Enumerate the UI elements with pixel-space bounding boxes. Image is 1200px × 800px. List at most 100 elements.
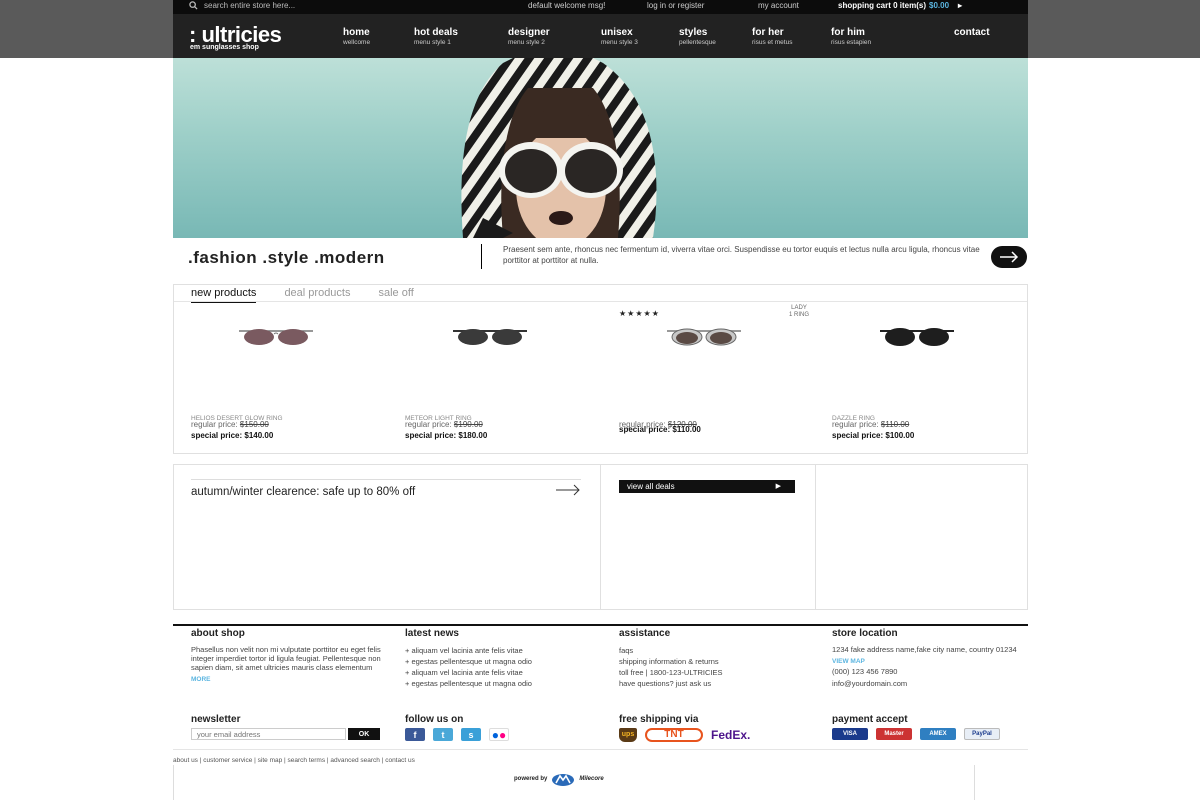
nav-title: styles bbox=[679, 27, 708, 38]
top-bar: search entire store here... default welc… bbox=[173, 0, 1028, 14]
milecore-logo-icon bbox=[552, 774, 575, 786]
promo-section: autumn/winter clearence: safe up to 80% … bbox=[173, 464, 1028, 610]
regular-price: regular price: $110.00 bbox=[832, 420, 909, 429]
visa-icon: VISA bbox=[832, 728, 868, 740]
product-image bbox=[453, 329, 527, 345]
shipping-block: free shipping via ups TNT FedEx. bbox=[619, 714, 819, 742]
cart-amount: $0.00 bbox=[929, 1, 950, 10]
nav-title: for him bbox=[831, 27, 865, 38]
news-item[interactable]: + aliquam vel lacinia ante felis vitae bbox=[405, 667, 605, 678]
promo-divider bbox=[815, 465, 816, 609]
cart-link[interactable]: shopping cart 0 item(s) $0.00 ▸ bbox=[838, 1, 962, 10]
special-price-label: special price: bbox=[832, 431, 884, 440]
arrow-right-icon bbox=[556, 484, 580, 496]
nav-subtitle: menu style 1 bbox=[414, 39, 451, 46]
nav-title: hot deals bbox=[414, 27, 458, 38]
product-card[interactable]: METEOR LIGHT RING regular price: $190.00… bbox=[405, 301, 605, 451]
assistance-list: faqs shipping information & returns toll… bbox=[619, 645, 819, 689]
view-all-deals-button[interactable]: view all deals ▶ bbox=[619, 480, 795, 493]
news-item[interactable]: + aliquam vel lacinia ante felis vitae bbox=[405, 645, 605, 656]
regular-price: regular price: $190.00 bbox=[405, 420, 483, 429]
twitter-icon[interactable]: t bbox=[433, 728, 453, 741]
nav-title: for her bbox=[752, 27, 784, 38]
powered-by: powered by Milecore bbox=[173, 765, 975, 800]
about-column: about shop Phasellus non velit non mi vu… bbox=[191, 628, 391, 683]
nav-subtitle: menu style 3 bbox=[601, 39, 638, 46]
special-price-value: $110.00 bbox=[672, 425, 701, 434]
badge-line-1: LADY bbox=[791, 305, 807, 311]
nav-for-her[interactable]: for her risus et metus bbox=[752, 28, 792, 47]
nav-designer[interactable]: designer menu style 2 bbox=[508, 28, 550, 47]
regular-price-value: $150.00 bbox=[239, 420, 269, 429]
login-link[interactable]: log in or register bbox=[647, 1, 704, 10]
special-price-value: $140.00 bbox=[244, 431, 274, 440]
nav-for-him[interactable]: for him risus estapien bbox=[831, 28, 871, 47]
nav-subtitle: risus estapien bbox=[831, 39, 872, 46]
logo[interactable]: : ultricies bbox=[189, 24, 282, 46]
news-item-label: egestas pellentesque ut magna odio bbox=[411, 657, 532, 666]
product-card[interactable]: DAZZLE RING regular price: $110.00 speci… bbox=[832, 301, 1032, 451]
flickr-icon[interactable]: ● ● bbox=[489, 728, 509, 742]
view-map-link[interactable]: VIEW MAP bbox=[832, 658, 1032, 665]
search-icon bbox=[189, 1, 198, 10]
more-link[interactable]: MORE bbox=[191, 676, 391, 683]
assistance-item[interactable]: have questions? just ask us bbox=[619, 678, 819, 689]
promo-divider bbox=[600, 465, 601, 609]
assistance-title: assistance bbox=[619, 628, 671, 639]
news-title: latest news bbox=[405, 628, 459, 639]
product-image bbox=[667, 328, 741, 346]
special-price: special price: $100.00 bbox=[832, 431, 914, 440]
product-card[interactable]: HELIOS DESERT GLOW RING regular price: $… bbox=[191, 301, 391, 451]
product-badge: LADY 1 RING bbox=[789, 305, 809, 319]
assistance-item[interactable]: shipping information & returns bbox=[619, 656, 819, 667]
special-price: special price: $140.00 bbox=[191, 431, 273, 440]
header: : ultricies em sunglasses shop home wellc… bbox=[173, 14, 1028, 58]
special-price: special price: $110.00 bbox=[619, 425, 701, 434]
products-section: new products deal products sale off HELI… bbox=[173, 284, 1028, 454]
nav-title: unisex bbox=[601, 27, 633, 38]
search-input[interactable]: search entire store here... bbox=[204, 1, 295, 10]
news-item[interactable]: + egestas pellentesque ut magna odio bbox=[405, 656, 605, 667]
newsletter-email-input[interactable] bbox=[191, 728, 346, 740]
product-image bbox=[239, 329, 313, 345]
news-item-label: aliquam vel lacinia ante felis vitae bbox=[411, 668, 523, 677]
nav-title: contact bbox=[954, 27, 990, 38]
product-card[interactable]: ★★★★★ LADY 1 RING regular price: $120.00 … bbox=[619, 301, 819, 451]
news-item[interactable]: + egestas pellentesque ut magna odio bbox=[405, 678, 605, 689]
nav-styles[interactable]: styles pellentesque bbox=[679, 28, 716, 47]
strip-headline: .fashion .style .modern bbox=[188, 248, 385, 267]
paypal-icon: PayPal bbox=[964, 728, 1000, 740]
nav-subtitle: wellcome bbox=[343, 39, 371, 46]
nav-home[interactable]: home wellcome bbox=[343, 28, 370, 47]
news-item-label: egestas pellentesque ut magna odio bbox=[411, 679, 532, 688]
search-box[interactable]: search entire store here... bbox=[189, 1, 295, 10]
nav-title: designer bbox=[508, 27, 550, 38]
payment-block: payment accept VISA Master AMEX PayPal bbox=[832, 714, 1032, 740]
clearance-banner[interactable]: autumn/winter clearence: safe up to 80% … bbox=[191, 479, 581, 498]
account-link[interactable]: my account bbox=[758, 1, 799, 10]
facebook-icon[interactable]: f bbox=[405, 728, 425, 741]
bottom-links[interactable]: about us | customer service | site map |… bbox=[173, 757, 415, 764]
special-price: special price: $180.00 bbox=[405, 431, 487, 440]
nav-hot-deals[interactable]: hot deals menu style 1 bbox=[414, 28, 458, 47]
footer: about shop Phasellus non velit non mi vu… bbox=[173, 624, 1028, 750]
nav-unisex[interactable]: unisex menu style 3 bbox=[601, 28, 638, 47]
hero-banner[interactable] bbox=[173, 58, 1028, 238]
shipping-title: free shipping via bbox=[619, 714, 699, 725]
special-price-value: $180.00 bbox=[458, 431, 488, 440]
newsletter-ok-button[interactable]: OK bbox=[348, 728, 380, 740]
regular-price-value: $190.00 bbox=[453, 420, 483, 429]
newsletter-block: newsletter OK bbox=[191, 714, 391, 740]
regular-price-label: regular price: bbox=[832, 420, 879, 429]
nav-contact[interactable]: contact bbox=[954, 28, 990, 38]
skype-icon[interactable]: s bbox=[461, 728, 481, 741]
powered-brand[interactable]: Milecore bbox=[579, 776, 603, 782]
next-arrow-button[interactable] bbox=[991, 246, 1027, 268]
follow-title: follow us on bbox=[405, 714, 464, 725]
store-phone: (000) 123 456 7890 bbox=[832, 667, 898, 676]
special-price-label: special price: bbox=[191, 431, 243, 440]
assistance-item[interactable]: faqs bbox=[619, 645, 819, 656]
fedex-logo: FedEx. bbox=[711, 728, 751, 742]
strip-text: Praesent sem ante, rhoncus nec fermentum… bbox=[503, 245, 980, 265]
store-email[interactable]: info@yourdomain.com bbox=[832, 679, 1032, 688]
